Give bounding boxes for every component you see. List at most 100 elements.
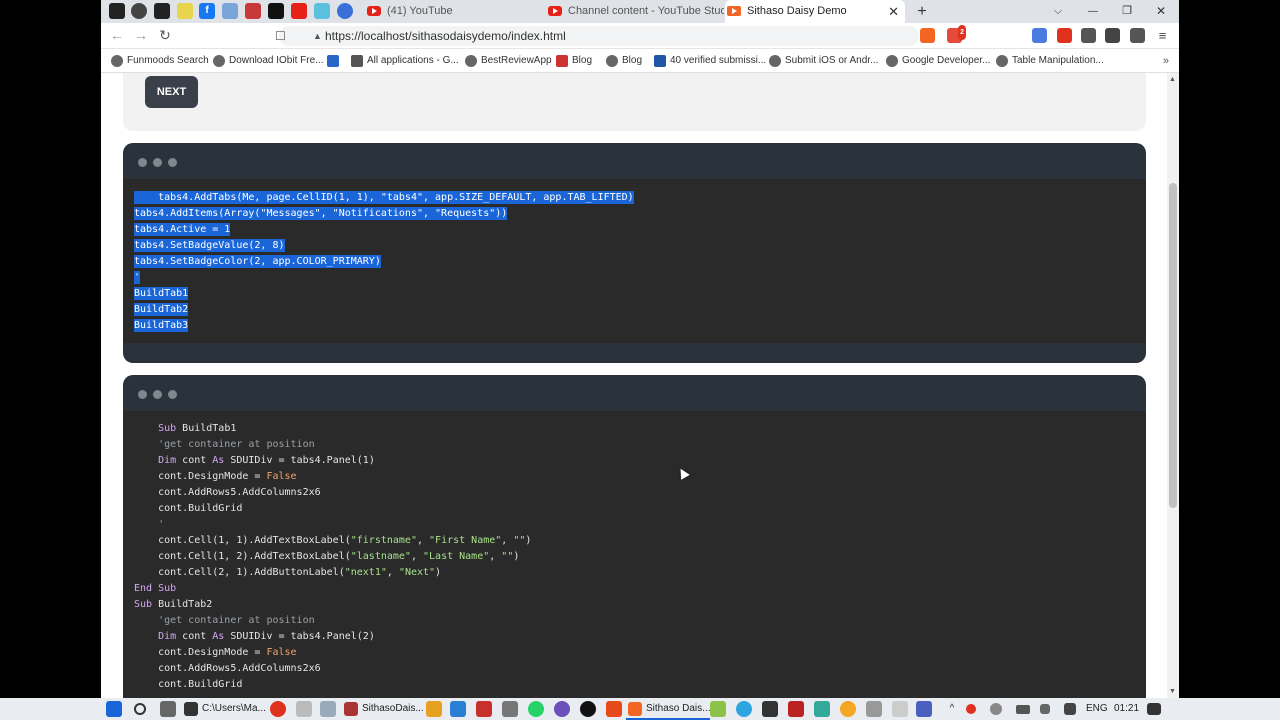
restore-button[interactable]: ❐	[1112, 0, 1142, 23]
wallet-icon[interactable]	[1130, 28, 1145, 43]
bookmark-item[interactable]	[327, 49, 341, 73]
vscode-icon[interactable]	[450, 701, 466, 717]
pen-icon[interactable]	[1064, 703, 1076, 715]
app-icon[interactable]	[476, 701, 492, 717]
puzzle-icon[interactable]	[1081, 28, 1096, 43]
code-line: BuildTab1	[134, 287, 189, 300]
scrollbar-thumb[interactable]	[1169, 183, 1177, 508]
bookmarks-bar: Funmoods Search Download IObit Fre... Al…	[101, 49, 1179, 73]
scroll-up-icon[interactable]: ▲	[1169, 76, 1176, 83]
app-icon[interactable]	[916, 701, 932, 717]
tab-youtube[interactable]: (41) YouTube	[365, 0, 540, 23]
menu-icon[interactable]: ≡	[1155, 28, 1170, 43]
brave-rewards-icon[interactable]: 2	[947, 25, 966, 43]
address-bar: ← → ↻ ☐ ▲ https://localhost/sithasodaisy…	[101, 23, 1179, 49]
tab-sithaso-daisy-demo[interactable]: Sithaso Daisy Demo ✕	[725, 0, 905, 23]
tray-overflow-icon[interactable]: ^	[944, 701, 960, 717]
whatsapp-icon[interactable]	[528, 701, 544, 717]
wifi-icon[interactable]	[990, 703, 1002, 715]
filezilla-icon[interactable]	[788, 701, 804, 717]
next-button[interactable]: NEXT	[145, 76, 198, 108]
reload-icon[interactable]: ↻	[156, 27, 174, 44]
code-line: cont.Cell(2, 1).AddButtonLabel("next1", …	[134, 567, 442, 578]
tray-icon[interactable]	[966, 704, 976, 714]
app-icon[interactable]	[866, 701, 882, 717]
new-tab-button[interactable]: +	[907, 0, 937, 23]
forward-icon[interactable]: →	[132, 27, 150, 43]
taskbar-brave[interactable]: Sithaso Dais...	[626, 698, 711, 720]
pinned-tab-icon[interactable]	[268, 3, 284, 19]
bookmark-item[interactable]: All applications - G...	[351, 49, 459, 73]
telegram-icon[interactable]	[736, 701, 752, 717]
app-icon[interactable]	[270, 701, 286, 717]
sidebar-icon[interactable]	[1105, 28, 1120, 43]
bookmark-item[interactable]: Blog	[556, 49, 592, 73]
pinned-tab-icon[interactable]	[245, 3, 261, 19]
tab-youtube-studio[interactable]: Channel content - YouTube Studio	[546, 0, 724, 23]
youtube-icon	[367, 6, 381, 16]
bookmark-item[interactable]: Google Developer...	[886, 49, 990, 73]
bookmark-item[interactable]: Table Manipulation...	[996, 49, 1104, 73]
battery-icon[interactable]	[1016, 705, 1030, 714]
code-line: Dim cont As SDUIDiv = tabs4.Panel(1)	[158, 455, 375, 466]
facebook-icon[interactable]: f	[199, 3, 215, 19]
app-icon[interactable]	[606, 701, 622, 717]
clock[interactable]: 01:21	[1114, 698, 1139, 720]
app-icon[interactable]	[502, 701, 518, 717]
bookmark-icon[interactable]: ☐	[275, 26, 286, 46]
youtube-icon[interactable]	[291, 3, 307, 19]
task-view-icon[interactable]	[160, 701, 176, 717]
tab-search-icon[interactable]: ⌵	[1043, 0, 1073, 23]
taskbar-b4j[interactable]: SithasoDais...	[342, 698, 424, 720]
window-dot-icon	[138, 390, 147, 399]
youtube-icon	[548, 6, 562, 16]
app-icon[interactable]	[762, 701, 778, 717]
bookmark-item[interactable]: Blog	[606, 49, 642, 73]
app-icon[interactable]	[710, 701, 726, 717]
globe-icon[interactable]	[337, 3, 353, 19]
app-icon[interactable]	[892, 701, 908, 717]
close-window-button[interactable]: ✕	[1146, 0, 1176, 23]
app-icon[interactable]	[320, 701, 336, 717]
chrome-tab-icon[interactable]	[131, 3, 147, 19]
bookmark-item[interactable]: BestReviewApp	[465, 49, 552, 73]
lock-icon: ▲	[313, 31, 322, 41]
github-icon[interactable]	[109, 3, 125, 19]
bookmark-item[interactable]: Submit iOS or Andr...	[769, 49, 878, 73]
minimize-button[interactable]: —	[1078, 0, 1108, 23]
app-icon[interactable]	[554, 701, 570, 717]
extension-icon[interactable]	[1057, 28, 1072, 43]
window-dot-icon	[168, 390, 177, 399]
app-icon[interactable]	[840, 701, 856, 717]
search-icon[interactable]	[134, 703, 146, 715]
scroll-down-icon[interactable]: ▼	[1169, 688, 1176, 695]
notification-icon[interactable]	[1147, 703, 1161, 715]
bookmark-item[interactable]: Funmoods Search	[111, 49, 209, 73]
close-tab-icon[interactable]: ✕	[888, 0, 899, 23]
bookmark-item[interactable]: 40 verified submissi...	[654, 49, 766, 73]
globe-icon	[886, 55, 898, 67]
bookmark-item[interactable]: Download IObit Fre...	[213, 49, 323, 73]
url-field[interactable]: ☐ ▲ https://localhost/sithasodaisydemo/i…	[275, 26, 919, 46]
windows-start-icon[interactable]	[106, 701, 122, 717]
code-line: BuildTab3	[134, 319, 189, 332]
github-icon[interactable]	[154, 3, 170, 19]
code-block[interactable]: tabs4.AddTabs(Me, page.CellID(1, 1), "ta…	[123, 179, 1146, 343]
notes-icon[interactable]	[177, 3, 193, 19]
window-dot-icon	[153, 390, 162, 399]
language-indicator[interactable]: ENG	[1086, 698, 1108, 720]
app-icon[interactable]	[426, 701, 442, 717]
pinned-tab-icon[interactable]	[314, 3, 330, 19]
taskbar-explorer[interactable]: C:\Users\Ma...	[182, 698, 266, 720]
app-icon[interactable]	[296, 701, 312, 717]
pinned-tab-icon[interactable]	[222, 3, 238, 19]
app-icon[interactable]	[580, 701, 596, 717]
bookmarks-overflow-icon[interactable]: »	[1163, 49, 1169, 73]
brave-shield-icon[interactable]	[920, 28, 935, 43]
page-scrollbar[interactable]: ▲ ▼	[1167, 73, 1179, 698]
code-block[interactable]: Sub BuildTab1 'get container at position…	[123, 411, 1146, 698]
back-icon[interactable]: ←	[108, 27, 126, 43]
translate-icon[interactable]	[1032, 28, 1047, 43]
app-icon[interactable]	[814, 701, 830, 717]
volume-icon[interactable]	[1040, 704, 1050, 714]
